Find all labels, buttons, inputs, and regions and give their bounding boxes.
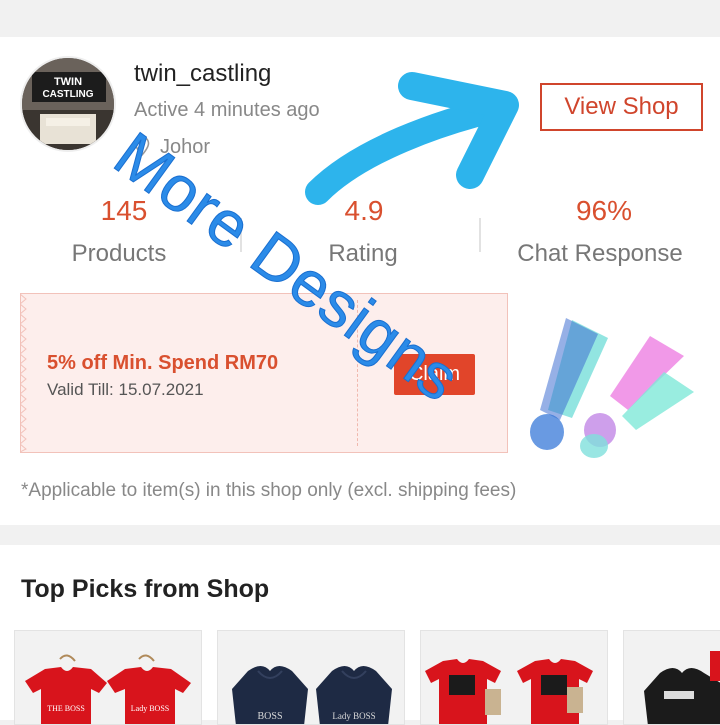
stats-divider (240, 218, 242, 252)
logo-text-2: CASTLING (42, 89, 93, 100)
stat-rating-value: 4.9 (344, 195, 384, 226)
logo-text-1: TWIN (54, 76, 82, 88)
product-print-text: Lady BOSS (131, 704, 169, 713)
location-pin-icon (134, 136, 150, 156)
product-print-text: THE BOSS (47, 704, 85, 713)
shop-avatar[interactable]: TWIN CASTLING (20, 56, 116, 152)
claim-button[interactable]: Claim (394, 354, 475, 395)
stat-products-label: Products (71, 240, 167, 267)
voucher-divider (357, 300, 358, 446)
stat-chat-value: 96% (575, 195, 633, 226)
shop-voucher: 5% off Min. Spend RM70 Valid Till: 15.07… (20, 293, 508, 453)
product-card[interactable] (420, 630, 608, 725)
top-picks-title: Top Picks from Shop (21, 575, 270, 603)
product-card[interactable]: BOSS Lady BOSS (217, 630, 405, 725)
voucher-zigzag-edge (20, 294, 27, 452)
stat-chat-label: Chat Response (517, 240, 683, 267)
stat-products-value: 145 (100, 195, 148, 226)
product-card[interactable]: THE BOSS Lady BOSS (14, 630, 202, 725)
shop-name[interactable]: twin_castling (134, 60, 271, 88)
product-print-text: BOSS (257, 711, 282, 722)
voucher-note: *Applicable to item(s) in this shop only… (21, 480, 517, 501)
voucher-title: 5% off Min. Spend RM70 (47, 352, 279, 374)
product-card[interactable] (623, 630, 720, 725)
shop-location: Johor (160, 136, 211, 158)
stat-rating-label: Rating (328, 240, 398, 267)
shop-active-status: Active 4 minutes ago (134, 99, 320, 121)
view-shop-button[interactable]: View Shop (540, 83, 703, 131)
stats-divider (479, 218, 481, 252)
voucher-validity: Valid Till: 15.07.2021 (47, 380, 204, 399)
